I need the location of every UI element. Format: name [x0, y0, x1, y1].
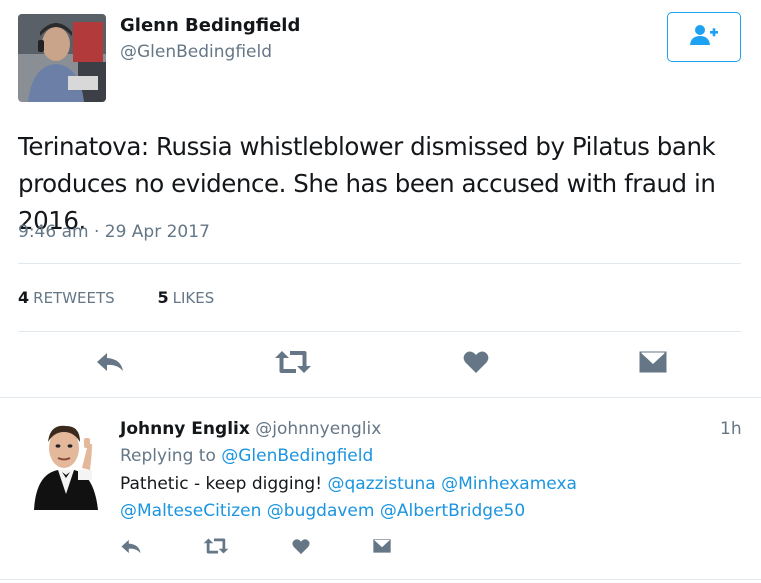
retweet-icon [274, 349, 312, 379]
reply-timestamp[interactable]: 1h [720, 417, 742, 441]
retweet-icon [203, 537, 229, 559]
tweet-text-line-1: Terinatova: Russia whistleblower dismiss… [18, 132, 716, 161]
retweets-stat[interactable]: 4 RETWEETS [18, 286, 115, 310]
like-icon [292, 538, 310, 559]
author-avatar[interactable] [18, 14, 106, 102]
dm-icon [372, 538, 392, 558]
mention-link[interactable]: @Minhexamexa [441, 474, 577, 494]
reply-icon [95, 351, 125, 377]
reply-button[interactable] [92, 348, 128, 380]
reply-divider [0, 397, 761, 398]
author-handle[interactable]: @GlenBedingfield [120, 40, 272, 64]
reply-reply-button[interactable] [116, 536, 146, 560]
reply-text-line-1: Pathetic - keep digging! @qazzistuna @Mi… [120, 471, 740, 498]
direct-message-button[interactable] [634, 348, 672, 380]
reply-author-name[interactable]: Johnny Englix [120, 419, 250, 439]
retweets-count: 4 [18, 288, 30, 307]
divider [18, 331, 741, 332]
like-icon [463, 350, 489, 378]
reply-body-text: Pathetic - keep digging! [120, 474, 323, 494]
like-button[interactable] [458, 348, 494, 380]
reply-text: Pathetic - keep digging! @qazzistuna @Mi… [120, 471, 740, 525]
tweet-timestamp[interactable]: 9:46 am · 29 Apr 2017 [18, 219, 210, 245]
dm-icon [638, 350, 668, 378]
mention-link[interactable]: @AlbertBridge50 [380, 501, 525, 521]
retweets-label: RETWEETS [33, 289, 115, 307]
mention-link[interactable]: @bugdavem [267, 501, 375, 521]
bottom-divider [0, 579, 761, 580]
add-user-icon [689, 24, 719, 50]
reply-like-button[interactable] [287, 536, 315, 560]
replying-to-link[interactable]: @GlenBedingfield [221, 446, 373, 466]
author-name[interactable]: Glenn Bedingfield [120, 14, 300, 38]
likes-label: LIKES [172, 289, 215, 307]
reply-retweet-button[interactable] [201, 536, 231, 560]
reply-author[interactable]: Johnny Englix @johnnyenglix [120, 417, 381, 441]
likes-count: 5 [157, 288, 169, 307]
reply-dm-button[interactable] [368, 536, 396, 560]
reply-author-handle[interactable]: @johnnyenglix [255, 419, 381, 439]
mention-link[interactable]: @MalteseCitizen [120, 501, 261, 521]
retweet-button[interactable] [273, 348, 313, 380]
replying-prefix: Replying to [120, 446, 216, 466]
mention-link[interactable]: @qazzistuna [327, 474, 435, 494]
reply-icon [120, 538, 142, 559]
likes-stat[interactable]: 5 LIKES [157, 286, 214, 310]
divider [18, 263, 741, 264]
reply-text-line-2: @MalteseCitizen @bugdavem @AlbertBridge5… [120, 498, 740, 525]
replying-to: Replying to @GlenBedingfield [120, 444, 373, 469]
reply-author-avatar[interactable] [28, 414, 104, 510]
follow-button[interactable] [667, 12, 741, 62]
tweet-stats: 4 RETWEETS 5 LIKES [18, 286, 252, 310]
